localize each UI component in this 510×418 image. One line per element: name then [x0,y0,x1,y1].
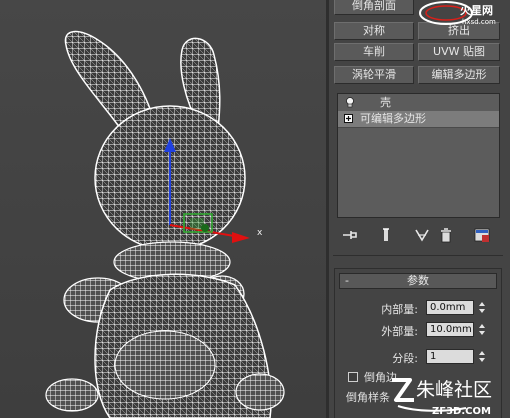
rabbit-wireframe-mesh [45,30,285,418]
logo-url: hxsd.com [462,18,496,26]
outer-amount-spinner[interactable] [477,322,487,337]
logo-title: 火星网 [460,4,493,17]
edit-poly-button[interactable]: 编辑多边形 [418,66,500,84]
collapse-symbol: - [345,274,349,287]
parameters-rollout-header[interactable]: - 参数 [339,273,497,289]
configure-modifier-sets-icon[interactable] [473,226,491,244]
make-unique-icon[interactable] [413,226,431,244]
hxsd-logo: 火星网 hxsd.com [419,1,496,26]
bevel-edges-checkbox[interactable] [348,372,358,382]
stack-divider [338,127,499,128]
pin-stack-icon[interactable] [341,226,359,244]
rollout-title: 参数 [407,274,429,287]
outer-amount-field[interactable]: 10.0mm [426,322,474,337]
inner-amount-label: 内部量: [381,303,418,316]
outer-amount-label: 外部量: [381,325,418,338]
lightbulb-icon[interactable] [345,97,355,109]
uvw-map-button[interactable]: UVW 贴图 [418,43,500,61]
turbosmooth-button[interactable]: 涡轮平滑 [334,66,414,84]
watermark-title: 朱峰社区 [416,379,492,401]
inner-amount-field[interactable]: 0.0mm [426,300,474,315]
inner-amount-spinner[interactable] [477,300,487,315]
lathe-button[interactable]: 车削 [334,43,414,61]
remove-modifier-icon[interactable] [437,226,455,244]
expand-plus-icon[interactable] [344,114,353,123]
stack-item-shell[interactable]: 壳 [338,95,499,111]
stack-item-editable-poly[interactable]: 可编辑多边形 [338,111,499,127]
panel-divider [333,255,503,256]
zf3d-watermark: 朱峰社区 ZF3D.COM [392,378,492,417]
stack-item-label: 可编辑多边形 [360,112,426,125]
bevel-profile-button[interactable]: 倒角剖面 [334,0,414,15]
modifier-stack-toolbar [337,226,500,246]
perspective-viewport[interactable]: x [0,0,326,418]
stack-item-label: 壳 [380,96,391,109]
symmetry-button[interactable]: 对称 [334,22,414,40]
x-axis-label: x [257,228,263,238]
watermark-url: ZF3D.COM [432,406,491,417]
segments-label: 分段: [392,352,418,365]
modifier-stack-list[interactable]: 壳 可编辑多边形 [337,93,500,218]
segments-field[interactable]: 1 [426,349,474,364]
bevel-spline-label: 倒角样条 [346,391,390,404]
show-end-result-icon[interactable] [377,226,395,244]
segments-spinner[interactable] [477,349,487,364]
